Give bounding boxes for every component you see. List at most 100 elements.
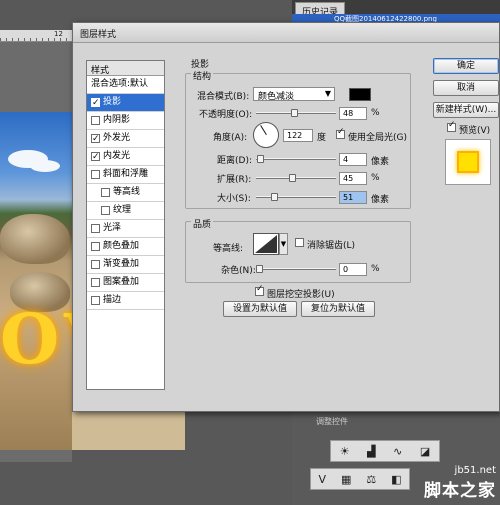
contour-picker[interactable] <box>253 233 279 255</box>
style-list-item[interactable]: 外发光 <box>87 130 164 148</box>
style-list-item-label: 斜面和浮雕 <box>103 169 149 179</box>
noise-input[interactable]: 0 <box>339 263 367 276</box>
opacity-slider[interactable] <box>256 109 336 117</box>
distance-unit: 像素 <box>371 157 390 167</box>
distance-slider[interactable] <box>256 155 336 163</box>
adjustment-icons-row-2: V ▦ ⚖ ◧ <box>310 468 410 490</box>
curves-icon[interactable]: ∿ <box>393 445 402 458</box>
style-list-item-label: 光泽 <box>103 223 122 233</box>
style-list-item[interactable]: 斜面和浮雕 <box>87 166 164 184</box>
angle-input[interactable]: 122 <box>283 129 313 142</box>
style-checkbox[interactable] <box>91 116 100 125</box>
style-list-item-label: 描边 <box>103 295 122 305</box>
chevron-down-icon: ▼ <box>280 240 287 248</box>
preview-checkbox[interactable] <box>447 120 456 132</box>
style-list-item[interactable]: 图案叠加 <box>87 274 164 292</box>
watermark: jb51.net 脚本之家 <box>424 465 496 501</box>
style-list-item-label: 外发光 <box>103 133 131 143</box>
style-checkbox[interactable] <box>91 260 100 269</box>
rock-shape <box>0 214 70 264</box>
style-list-item-label: 内阴影 <box>103 115 131 125</box>
noise-slider-handle[interactable] <box>256 265 263 273</box>
style-list-item-label: 等高线 <box>113 187 141 197</box>
contour-curve-icon <box>255 235 277 253</box>
style-checkbox[interactable] <box>101 206 110 215</box>
distance-label: 距离(D): <box>217 156 252 166</box>
bw-icon[interactable]: ◧ <box>391 473 401 486</box>
spread-unit: % <box>371 173 380 183</box>
new-style-button[interactable]: 新建样式(W)... <box>433 102 499 118</box>
style-list: 样式 混合选项:默认投影内阴影外发光内发光斜面和浮雕等高线纹理光泽颜色叠加渐变叠… <box>86 60 165 390</box>
style-checkbox[interactable] <box>91 131 100 147</box>
spread-slider-handle[interactable] <box>288 174 296 182</box>
size-slider-handle[interactable] <box>270 193 278 201</box>
style-list-item-label: 内发光 <box>103 151 131 161</box>
style-checkbox[interactable] <box>91 170 100 179</box>
style-list-item[interactable]: 内阴影 <box>87 112 164 130</box>
balance-icon[interactable]: ⚖ <box>366 473 376 486</box>
v-icon[interactable]: V <box>318 473 326 486</box>
style-list-item[interactable]: 混合选项:默认 <box>87 76 164 94</box>
opacity-input[interactable]: 48 <box>339 107 367 120</box>
style-list-item[interactable]: 光泽 <box>87 220 164 238</box>
style-list-item[interactable]: 颜色叠加 <box>87 238 164 256</box>
style-list-item[interactable]: 渐变叠加 <box>87 256 164 274</box>
watermark-name: 脚本之家 <box>424 481 496 501</box>
antialias-checkbox[interactable] <box>295 238 304 247</box>
style-list-item[interactable]: 纹理 <box>87 202 164 220</box>
size-input[interactable]: 51 <box>339 191 367 204</box>
style-list-item[interactable]: 投影 <box>87 94 164 112</box>
sun-icon[interactable]: ☀ <box>340 445 350 458</box>
history-panel: 历史记录 QQ截图20140612422800.png <box>292 0 500 24</box>
opacity-slider-handle[interactable] <box>291 109 299 117</box>
blend-mode-select[interactable]: 颜色减淡 ▼ <box>253 87 335 102</box>
style-list-item-label: 混合选项:默认 <box>91 79 149 89</box>
structure-title: 结构 <box>191 69 214 82</box>
global-light-checkbox[interactable] <box>336 127 345 139</box>
style-list-item[interactable]: 等高线 <box>87 184 164 202</box>
cancel-button[interactable]: 取消 <box>433 80 499 96</box>
dialog-title[interactable]: 图层样式 <box>73 23 499 43</box>
style-checkbox[interactable] <box>91 149 100 165</box>
ok-button[interactable]: 确定 <box>433 58 499 74</box>
angle-dial[interactable] <box>253 122 279 148</box>
set-default-button[interactable]: 设置为默认值 <box>223 301 297 317</box>
hue-icon[interactable]: ▦ <box>341 473 351 486</box>
distance-slider-handle[interactable] <box>257 155 265 163</box>
noise-slider[interactable] <box>256 265 336 273</box>
noise-unit: % <box>371 264 380 274</box>
style-checkbox[interactable] <box>91 224 100 233</box>
horizontal-ruler: 12 <box>0 30 80 42</box>
style-list-item-label: 投影 <box>103 97 122 107</box>
style-preview-swatch <box>457 151 479 173</box>
preview-label: 预览(V) <box>459 126 491 136</box>
watermark-url: jb51.net <box>454 465 496 476</box>
style-checkbox[interactable] <box>91 296 100 305</box>
chevron-down-icon: ▼ <box>324 89 331 98</box>
style-list-header[interactable]: 样式 <box>87 61 164 76</box>
style-list-item-label: 渐变叠加 <box>103 259 140 269</box>
quality-title: 品质 <box>191 217 214 230</box>
opacity-label: 不透明度(O): <box>199 110 253 120</box>
exposure-icon[interactable]: ◪ <box>420 445 430 458</box>
global-light-label: 使用全局光(G) <box>348 133 407 143</box>
antialias-label: 消除锯齿(L) <box>307 241 356 251</box>
shadow-color-swatch[interactable] <box>349 88 371 101</box>
contour-dropdown[interactable]: ▼ <box>279 233 288 255</box>
style-list-item-label: 图案叠加 <box>103 277 140 287</box>
reset-default-button[interactable]: 复位为默认值 <box>301 301 375 317</box>
spread-label: 扩展(R): <box>217 175 252 185</box>
levels-icon[interactable]: ▟ <box>367 445 375 458</box>
style-checkbox[interactable] <box>91 95 100 111</box>
noise-label: 杂色(N): <box>221 266 256 276</box>
style-checkbox[interactable] <box>101 188 110 197</box>
spread-input[interactable]: 45 <box>339 172 367 185</box>
style-list-item[interactable]: 内发光 <box>87 148 164 166</box>
spread-slider[interactable] <box>256 174 336 182</box>
size-slider[interactable] <box>256 193 336 201</box>
style-checkbox[interactable] <box>91 242 100 251</box>
style-checkbox[interactable] <box>91 278 100 287</box>
distance-input[interactable]: 4 <box>339 153 367 166</box>
knockout-checkbox[interactable] <box>255 284 264 296</box>
style-list-item[interactable]: 描边 <box>87 292 164 310</box>
